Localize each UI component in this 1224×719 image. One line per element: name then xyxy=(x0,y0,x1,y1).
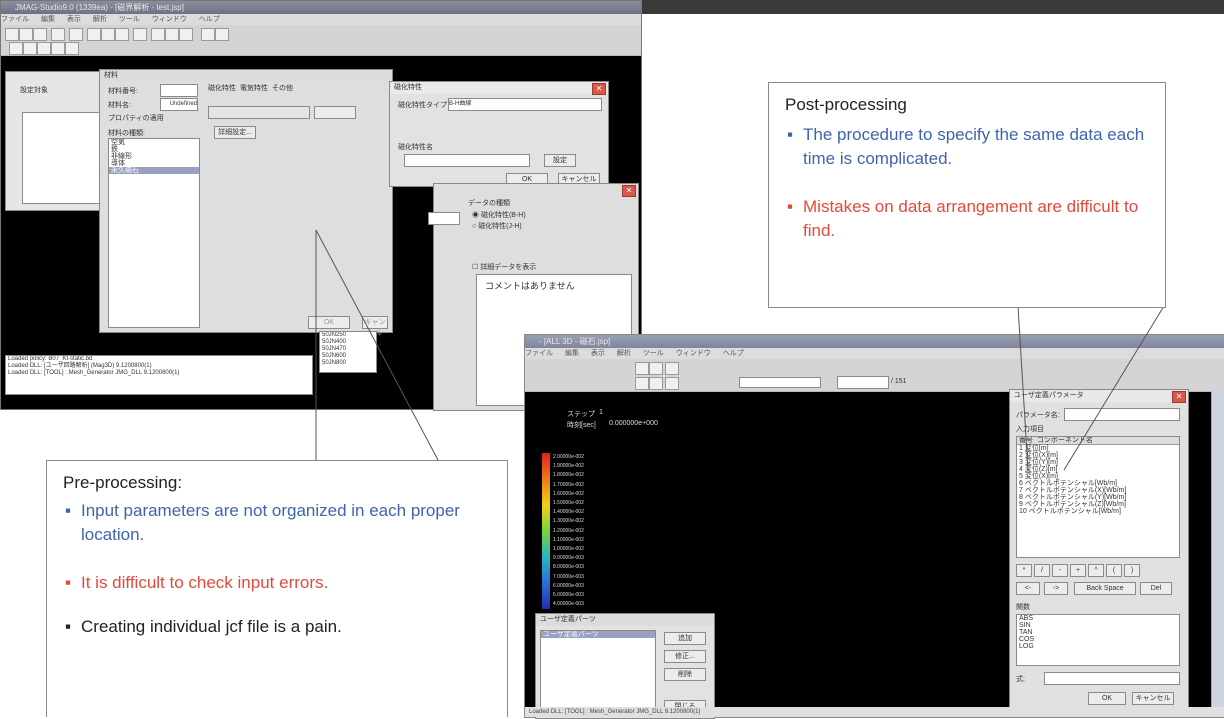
bullet-icon: ▪ xyxy=(65,617,72,636)
pre-callout-item: ▪ It is difficult to check input errors. xyxy=(59,571,499,595)
pre-callout-item-text: It is difficult to check input errors. xyxy=(81,573,329,592)
post-callout-item: ▪ The procedure to specify the same data … xyxy=(781,123,1155,171)
post-callout-item-text: Mistakes on data arrangement are difficu… xyxy=(803,197,1139,240)
post-callout-item-text: The procedure to specify the same data e… xyxy=(803,125,1145,168)
pre-processing-callout: Pre-processing: ▪ Input parameters are no… xyxy=(46,460,508,717)
bullet-icon: ▪ xyxy=(787,125,794,144)
post-callout-heading: Post-processing xyxy=(785,95,907,114)
pre-callout-item: ▪ Creating individual jcf file is a pain. xyxy=(59,615,499,639)
pre-callout-heading: Pre-processing: xyxy=(63,473,183,492)
post-callout-item: ▪ Mistakes on data arrangement are diffic… xyxy=(781,195,1155,243)
pre-callout-item: ▪ Input parameters are not organized in e… xyxy=(59,499,499,547)
pre-callout-item-text: Input parameters are not organized in ea… xyxy=(81,501,460,544)
bullet-icon: ▪ xyxy=(787,197,794,216)
bullet-icon: ▪ xyxy=(65,501,72,520)
post-processing-callout: Post-processing ▪ The procedure to specif… xyxy=(768,82,1166,308)
pre-callout-item-text: Creating individual jcf file is a pain. xyxy=(81,617,342,636)
bullet-icon: ▪ xyxy=(65,573,72,592)
